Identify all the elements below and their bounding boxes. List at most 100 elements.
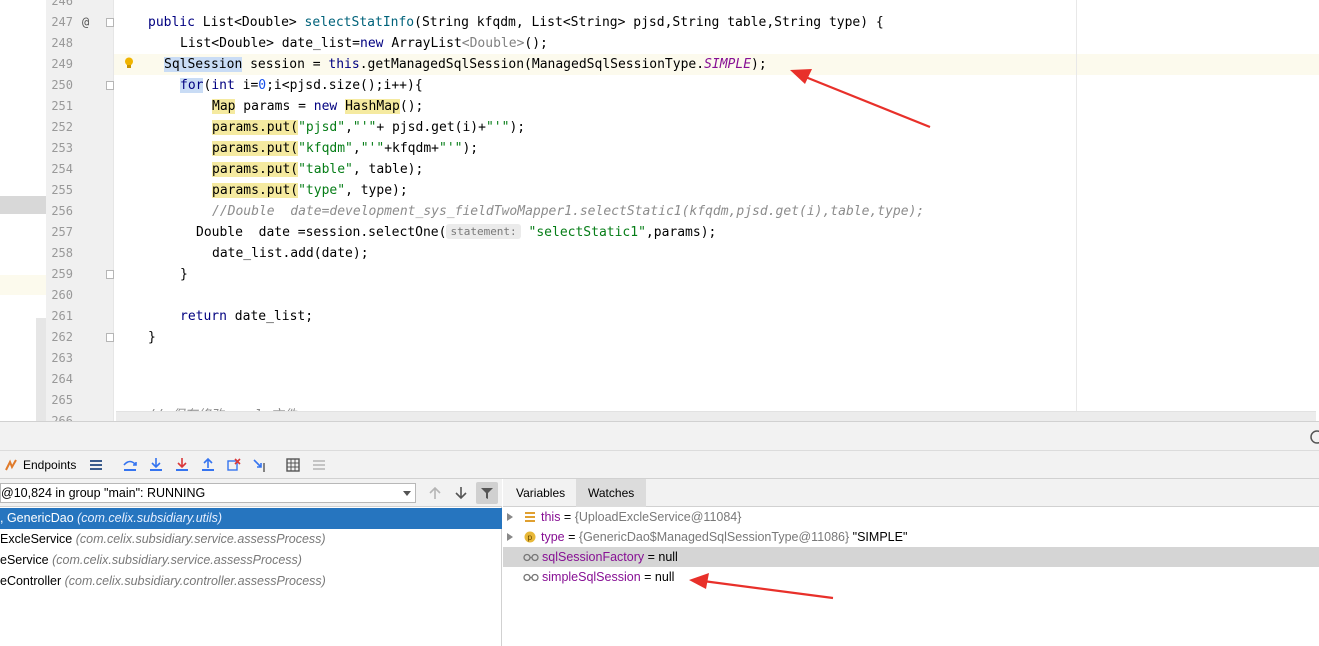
step-out-button[interactable] [200, 455, 216, 475]
endpoints-icon [5, 459, 17, 471]
step-over-icon [123, 460, 137, 471]
line-number: 253 [51, 141, 73, 155]
line-number: 250 [51, 78, 73, 92]
calculator-icon [286, 458, 300, 472]
horizontal-scrollbar[interactable] [116, 411, 1316, 421]
thread-bar: @10,824 in group "main": RUNNING [0, 479, 502, 507]
line-number: 252 [51, 120, 73, 134]
line-number: 248 [51, 36, 73, 50]
step-into-button[interactable] [148, 455, 164, 475]
line-number: 260 [51, 288, 73, 302]
frames-panel: @10,824 in group "main": RUNNING , Gener… [0, 479, 502, 646]
filter-icon [481, 488, 493, 499]
code-line[interactable]: public List<Double> selectStatInfo(Strin… [148, 12, 884, 33]
code-line[interactable]: Double date =session.selectOne(statement… [196, 222, 716, 243]
line-number: 254 [51, 162, 73, 176]
code-area[interactable]: public List<Double> selectStatInfo(Strin… [114, 0, 1319, 421]
line-number: 247 [51, 15, 73, 29]
parameter-hint: statement: [446, 224, 521, 239]
debug-header [0, 422, 1319, 451]
variable-row[interactable]: p type = {GenericDao$ManagedSqlSessionTy… [503, 527, 1319, 547]
frame-row[interactable]: ExcleService (com.celix.subsidiary.servi… [0, 529, 502, 550]
code-line[interactable]: date_list.add(date); [212, 243, 369, 264]
chevron-down-icon [403, 491, 411, 496]
line-number: 265 [51, 393, 73, 407]
evaluate-expression-button[interactable] [285, 455, 301, 475]
strip-current-marker [0, 275, 46, 295]
line-number: 256 [51, 204, 73, 218]
tab-watches[interactable]: Watches [576, 479, 647, 507]
highlighted-type: SqlSession [164, 57, 243, 72]
code-line[interactable]: params.put("type", type); [212, 180, 408, 201]
hamburger-icon [90, 460, 102, 470]
gear-icon[interactable] [1309, 429, 1319, 445]
parameter-icon: p [524, 531, 536, 543]
thread-select[interactable]: @10,824 in group "main": RUNNING [0, 483, 416, 503]
frame-row[interactable]: , GenericDao (com.celix.subsidiary.utils… [0, 508, 502, 529]
code-comment[interactable]: //Double date=development_sys_fieldTwoMa… [212, 201, 924, 222]
left-tool-strip [0, 0, 46, 421]
endpoints-button[interactable]: Endpoints [4, 455, 76, 475]
code-line-current[interactable]: SqlSession session = this.getManagedSqlS… [164, 54, 767, 75]
line-number: 261 [51, 309, 73, 323]
line-number: 251 [51, 99, 73, 113]
variable-row[interactable]: this = {UploadExcleService@11084} [503, 507, 1319, 527]
code-line[interactable]: Map params = new HashMap(); [212, 96, 423, 117]
debug-toolbar: Endpoints [0, 451, 1319, 479]
variables-tabs: Variables Watches [503, 479, 1319, 507]
code-line[interactable]: } [180, 264, 188, 285]
expand-arrow-icon[interactable] [507, 513, 513, 521]
line-number: 246 [51, 0, 73, 8]
watch-row[interactable]: sqlSessionFactory = null [503, 547, 1319, 567]
tab-variables[interactable]: Variables [504, 479, 577, 507]
fold-icon[interactable] [106, 18, 114, 27]
expand-arrow-icon[interactable] [507, 533, 513, 541]
run-to-cursor-button[interactable] [252, 455, 268, 475]
code-line[interactable]: params.put("table", table); [212, 159, 423, 180]
arrow-up-icon[interactable] [428, 486, 442, 500]
line-number: 263 [51, 351, 73, 365]
trace-button[interactable] [311, 455, 327, 475]
watch-glasses-icon [523, 553, 539, 562]
line-number: 249 [51, 57, 73, 71]
filter-button[interactable] [476, 482, 498, 504]
thread-select-value: @10,824 in group "main": RUNNING [1, 486, 206, 500]
debug-panel: Endpoints @10,824 in group "main": RUNNI… [0, 421, 1319, 646]
line-number: 257 [51, 225, 73, 239]
step-out-icon [202, 457, 214, 471]
override-marker-icon[interactable]: @ [82, 12, 89, 33]
frame-row[interactable]: eService (com.celix.subsidiary.service.a… [0, 550, 502, 571]
code-line[interactable]: } [148, 327, 156, 348]
line-number: 258 [51, 246, 73, 260]
line-number: 259 [51, 267, 73, 281]
code-line[interactable]: params.put("kfqdm","'"+kfqdm+"'"); [212, 138, 478, 159]
frame-row[interactable]: eController (com.celix.subsidiary.contro… [0, 571, 502, 592]
code-line[interactable]: for(int i=0;i<pjsd.size();i++){ [180, 75, 423, 96]
line-number: 266 [51, 414, 73, 421]
line-number: 255 [51, 183, 73, 197]
strip-highlight [0, 196, 46, 214]
arrow-down-icon[interactable] [454, 486, 468, 500]
fold-icon[interactable] [106, 270, 114, 279]
code-line[interactable]: return date_list; [180, 306, 313, 327]
line-number: 264 [51, 372, 73, 386]
fold-icon[interactable] [106, 333, 114, 342]
svg-text:p: p [527, 533, 532, 542]
frames-menu-button[interactable] [89, 455, 103, 475]
line-number: 262 [51, 330, 73, 344]
code-line[interactable]: params.put("pjsd","'"+ pjsd.get(i)+"'"); [212, 117, 525, 138]
code-line[interactable]: List<Double> date_list=new ArrayList<Dou… [180, 33, 548, 54]
trace-icon [313, 460, 325, 470]
step-into-icon [150, 458, 162, 471]
field-list-icon [525, 512, 535, 522]
watch-glasses-icon [523, 573, 539, 582]
watch-row[interactable]: simpleSqlSession = null [503, 567, 1319, 587]
endpoints-label: Endpoints [23, 458, 77, 472]
variables-panel: Variables Watches this = {UploadExcleSer… [503, 479, 1319, 646]
step-over-button[interactable] [122, 455, 138, 475]
force-step-into-button[interactable] [174, 455, 190, 475]
drop-frame-icon [227, 458, 241, 471]
fold-icon[interactable] [106, 81, 114, 90]
drop-frame-button[interactable] [226, 455, 242, 475]
code-editor[interactable]: 246 247 @ 248 249 250 251 252 253 254 255… [0, 0, 1319, 421]
